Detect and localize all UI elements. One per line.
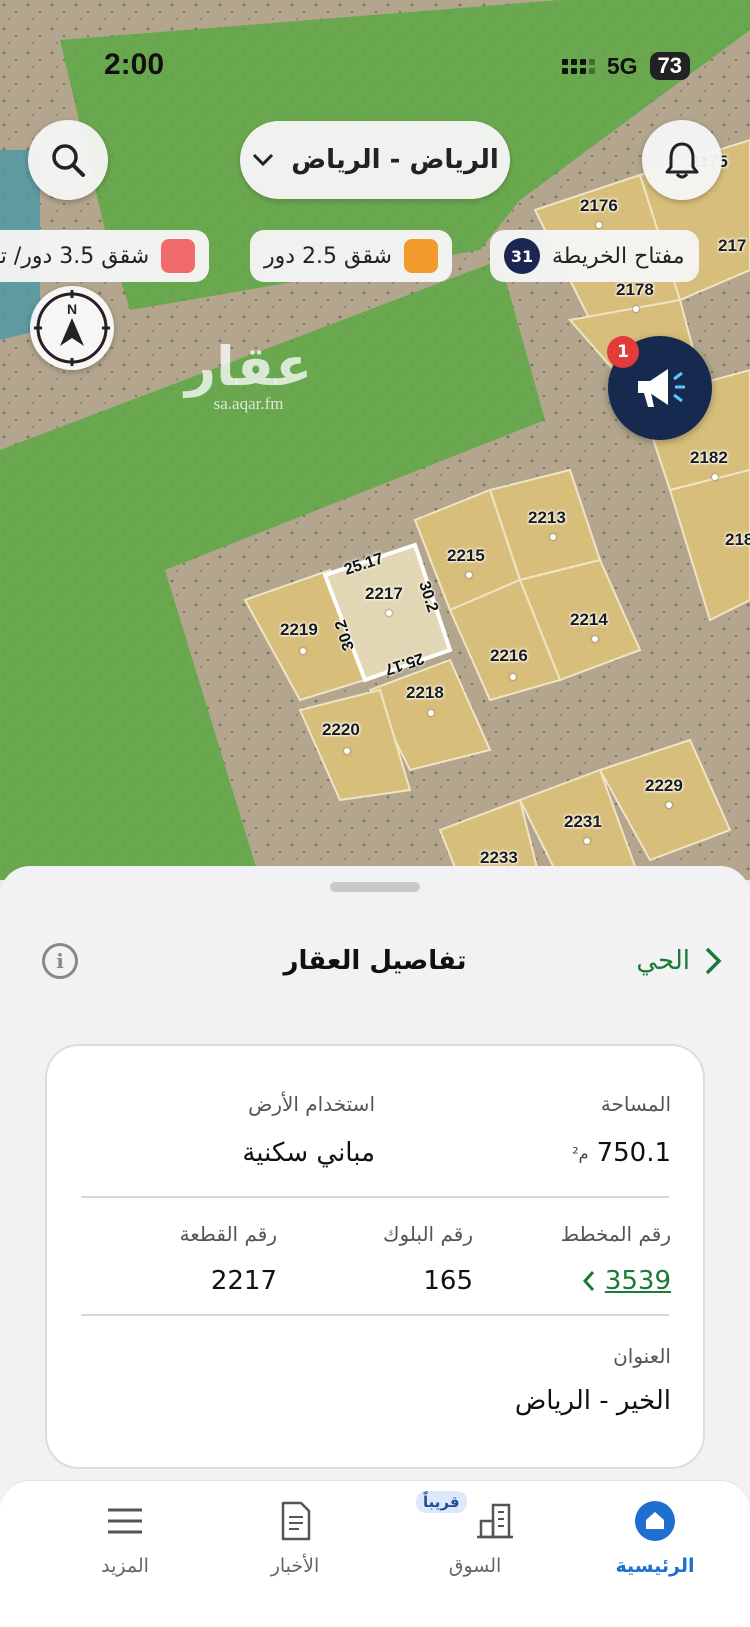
- color-swatch: [403, 239, 438, 273]
- color-swatch: [161, 239, 196, 273]
- svg-text:N: N: [67, 301, 77, 317]
- watermark: عقار sa.aqar.fm: [185, 340, 312, 414]
- status-time: 2:00: [104, 48, 165, 81]
- chip-label: مفتاح الخريطة: [552, 243, 685, 269]
- plot-marker: [466, 572, 472, 578]
- notification-badge: 1: [607, 336, 639, 368]
- area-number: 750.1: [596, 1138, 671, 1168]
- address-label: العنوان: [613, 1344, 671, 1368]
- plot-label[interactable]: 218: [725, 530, 750, 550]
- plot-marker: [633, 306, 639, 312]
- block-label: رقم البلوك: [382, 1222, 473, 1246]
- plot-label[interactable]: 2217: [365, 584, 403, 604]
- watermark-logo: عقار: [185, 335, 313, 398]
- filter-chip-apartments-3-5[interactable]: شقق 3.5 دور/ تا: [0, 230, 210, 282]
- count-badge: 31: [504, 238, 540, 274]
- details-card: المساحة م² 750.1 استخدام الأرض مباني سكن…: [45, 1044, 705, 1469]
- tab-news[interactable]: الأخبار: [220, 1491, 370, 1577]
- plot-label[interactable]: 2231: [564, 812, 602, 832]
- plot-marker: [666, 802, 672, 808]
- plot-marker: [510, 674, 516, 680]
- menu-icon: [108, 1508, 142, 1534]
- city-selector[interactable]: الرياض - الرياض: [240, 121, 510, 199]
- plot-marker: [592, 636, 598, 642]
- city-selector-label: الرياض - الرياض: [291, 145, 499, 175]
- tab-label: المزيد: [101, 1555, 149, 1577]
- network-type: 5G: [606, 52, 638, 79]
- plot-number-value: 2217: [210, 1266, 277, 1296]
- plot-number-label: رقم القطعة: [179, 1222, 277, 1246]
- plot-marker: [300, 648, 306, 654]
- sheet-header: تفاصيل العقار الحي i: [0, 906, 750, 1016]
- search-button[interactable]: [28, 120, 108, 200]
- plot-label[interactable]: 2229: [645, 776, 683, 796]
- plot-marker: [550, 534, 556, 540]
- tab-label: الرئيسية: [615, 1555, 695, 1577]
- info-icon[interactable]: i: [42, 943, 78, 979]
- plot-label[interactable]: 2215: [447, 546, 485, 566]
- plot-label[interactable]: 2216: [490, 646, 528, 666]
- tab-home[interactable]: الرئيسية: [580, 1491, 730, 1577]
- plot-marker: [344, 748, 350, 754]
- chevron-left-icon: [582, 1271, 594, 1291]
- district-link[interactable]: الحي: [636, 946, 722, 976]
- plot-marker: [596, 222, 602, 228]
- tab-market[interactable]: قريباً السوق: [400, 1491, 550, 1577]
- plot-marker: [386, 610, 392, 616]
- status-icons: 5G 73: [561, 52, 690, 80]
- plot-label[interactable]: 2182: [690, 448, 728, 468]
- bottom-tab-bar: الرئيسية قريباً السوق الأخبار المزيد: [0, 1480, 750, 1627]
- plan-number: 3539: [604, 1266, 671, 1296]
- home-icon: [635, 1501, 675, 1541]
- news-icon: [281, 1501, 311, 1541]
- plot-label[interactable]: 2220: [322, 720, 360, 740]
- area-label: المساحة: [600, 1092, 671, 1116]
- tab-more[interactable]: المزيد: [50, 1491, 200, 1577]
- plot-marker: [712, 474, 718, 480]
- plot-label[interactable]: 2218: [406, 683, 444, 703]
- chevron-down-icon: [253, 153, 274, 167]
- plot-label[interactable]: 217: [718, 236, 746, 256]
- address-value: الخير - الرياض: [514, 1386, 671, 1416]
- plot-marker: [428, 710, 434, 716]
- land-use-value: مباني سكنية: [242, 1138, 375, 1168]
- coming-soon-badge: قريباً: [416, 1491, 467, 1513]
- chip-label: شقق 2.5 دور: [264, 243, 392, 269]
- map-view[interactable]: 2176 2178 2182 2213 2215 2217 2219 2214 …: [0, 0, 750, 880]
- area-value: م² 750.1: [572, 1138, 671, 1168]
- search-icon: [52, 144, 85, 177]
- plot-label[interactable]: 2213: [528, 508, 566, 528]
- chip-label: شقق 3.5 دور/ تا: [0, 243, 150, 269]
- plot-marker: [584, 838, 590, 844]
- signal-icon: [561, 58, 595, 74]
- buildings-icon: [477, 1503, 513, 1539]
- plot-label[interactable]: 2178: [616, 280, 654, 300]
- plot-label[interactable]: 2176: [580, 196, 618, 216]
- tab-label: الأخبار: [270, 1555, 320, 1577]
- battery-icon: 73: [649, 52, 690, 80]
- area-unit: م²: [572, 1144, 589, 1163]
- plan-label: رقم المخطط: [560, 1222, 671, 1246]
- plot-label[interactable]: 2214: [570, 610, 608, 630]
- megaphone-icon: [638, 369, 685, 407]
- divider: [81, 1314, 669, 1316]
- plot-label[interactable]: 2219: [280, 620, 318, 640]
- chevron-right-icon: [705, 947, 722, 975]
- bell-icon: [665, 142, 699, 179]
- block-value: 165: [423, 1266, 473, 1296]
- filter-chip-apartments-2-5[interactable]: شقق 2.5 دور: [250, 230, 452, 282]
- sheet-handle[interactable]: [330, 882, 420, 892]
- compass-button[interactable]: N: [30, 286, 114, 370]
- plan-number-link[interactable]: 3539: [582, 1266, 671, 1296]
- district-link-label: الحي: [636, 946, 690, 976]
- land-use-label: استخدام الأرض: [248, 1092, 375, 1116]
- divider: [81, 1196, 669, 1198]
- tab-label: السوق: [448, 1555, 502, 1577]
- map-legend-button[interactable]: مفتاح الخريطة 31: [490, 230, 699, 282]
- plot-label[interactable]: 2233: [480, 848, 518, 868]
- notifications-button[interactable]: [642, 120, 722, 200]
- compass-icon: N: [34, 290, 110, 366]
